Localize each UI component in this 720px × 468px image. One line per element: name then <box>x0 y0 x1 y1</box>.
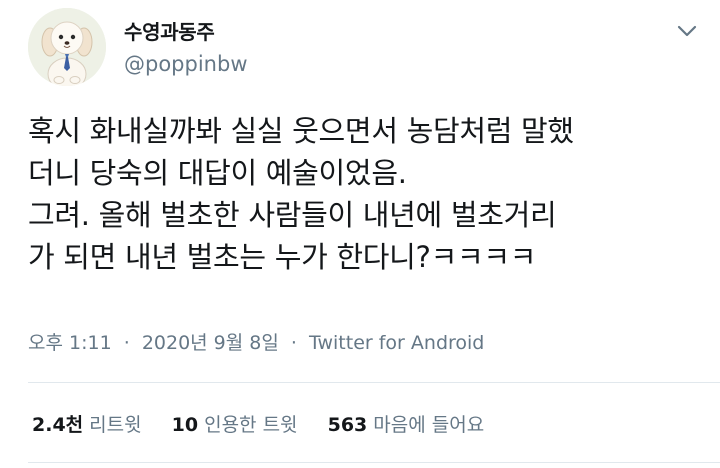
retweet-count: 2.4천 <box>32 414 84 436</box>
tweet-date[interactable]: 2020년 9월 8일 <box>142 332 279 354</box>
tweet-text-line: 그려. 올해 벌초한 사람들이 내년에 벌초거리 <box>28 198 557 232</box>
like-label: 마음에 들어요 <box>373 414 485 436</box>
quote-count: 10 <box>171 414 199 436</box>
tweet-text-line: 더니 당숙의 대답이 예술이었음. <box>28 156 407 190</box>
quote-label: 인용한 트윗 <box>204 414 298 436</box>
likes-stat[interactable]: 563 마음에 들어요 <box>328 410 485 437</box>
tweet-time[interactable]: 오후 1:11 <box>28 332 112 354</box>
tweet-text-line: 가 되면 내년 벌초는 누가 한다니?ㅋㅋㅋㅋ <box>28 240 537 274</box>
tweet-menu-button[interactable] <box>674 18 700 44</box>
tweet-body: 혹시 화내실까봐 실실 웃으면서 농담처럼 말했 더니 당숙의 대답이 예술이었… <box>28 110 698 278</box>
divider <box>28 462 720 463</box>
avatar[interactable] <box>28 8 106 86</box>
meta-separator: · <box>290 332 297 354</box>
tweet-header: 수영과동주 @poppinbw <box>28 8 700 86</box>
user-handle[interactable]: @poppinbw <box>124 52 248 76</box>
user-name[interactable]: 수영과동주 <box>124 16 215 45</box>
divider <box>28 382 720 383</box>
tweet-source-link[interactable]: Twitter for Android <box>309 332 484 354</box>
chevron-down-icon <box>677 25 697 37</box>
tweet-meta: 오후 1:11 · 2020년 9월 8일 · Twitter for Andr… <box>28 328 484 355</box>
quotes-stat[interactable]: 10 인용한 트윗 <box>172 410 298 437</box>
tweet-stats: 2.4천 리트윗 10 인용한 트윗 563 마음에 들어요 <box>32 410 508 437</box>
tweet-text-line: 혹시 화내실까봐 실실 웃으면서 농담처럼 말했 <box>28 114 574 148</box>
retweets-stat[interactable]: 2.4천 리트윗 <box>32 410 142 437</box>
meta-separator: · <box>123 332 130 354</box>
like-count: 563 <box>327 414 368 436</box>
puppy-avatar-icon <box>28 8 106 86</box>
tweet-card: 수영과동주 @poppinbw 혹시 화내실까봐 실실 웃으면서 농담처럼 말했… <box>0 0 720 468</box>
retweet-label: 리트윗 <box>89 414 142 436</box>
